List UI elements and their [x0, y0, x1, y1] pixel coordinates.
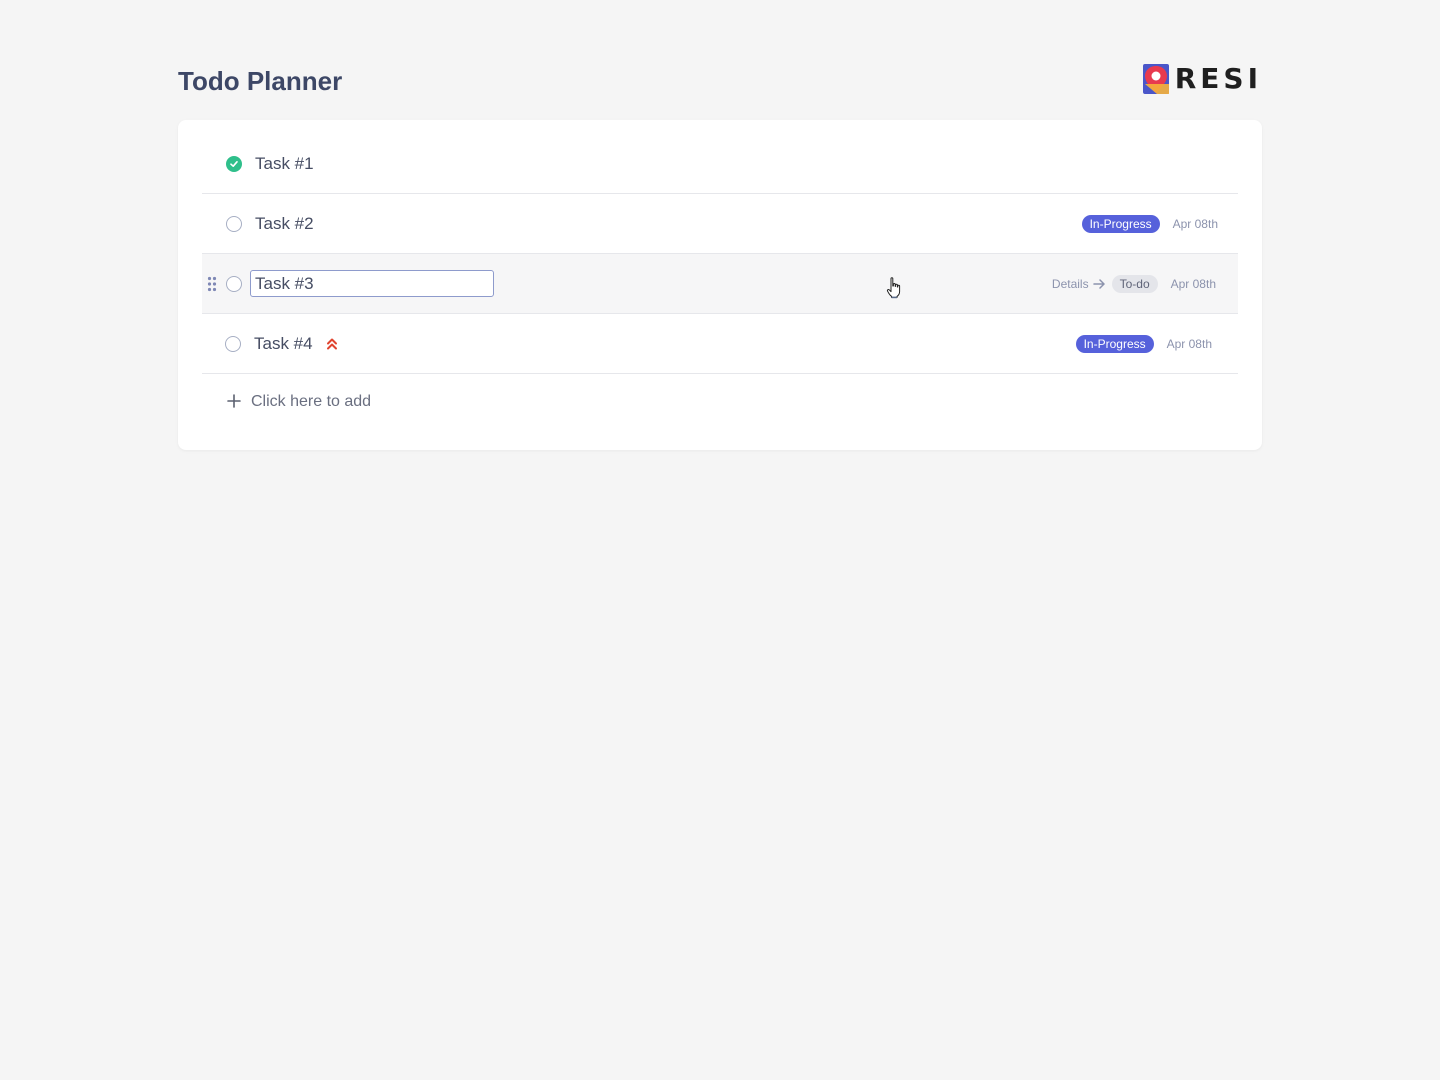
task-label[interactable]: Task #2: [255, 214, 314, 234]
status-badge[interactable]: In-Progress: [1081, 214, 1160, 233]
task-title-input[interactable]: [250, 270, 494, 297]
due-date[interactable]: Apr 08th: [1167, 337, 1212, 351]
task-row[interactable]: Task #1: [202, 134, 1238, 194]
task-row[interactable]: Task #2 In-Progress Apr 08th: [202, 194, 1238, 254]
page-title: Todo Planner: [178, 66, 343, 96]
double-chevron-up-icon: [327, 338, 337, 350]
task-row[interactable]: Details To-do Apr 08th: [202, 254, 1238, 314]
task-row[interactable]: Task #4 In-Progress Apr 08th: [202, 314, 1238, 374]
page: Todo Planner RESI Task #1 Task #2 In-Pro…: [0, 0, 1440, 1080]
status-badge[interactable]: To-do: [1111, 274, 1158, 293]
plus-icon: [227, 394, 241, 408]
task-list: Task #1 Task #2 In-Progress Apr 08th Tas…: [202, 134, 1238, 430]
due-date[interactable]: Apr 08th: [1173, 217, 1218, 231]
todo-card: Task #1 Task #2 In-Progress Apr 08th Tas…: [178, 120, 1262, 450]
add-task-button[interactable]: Click here to add: [202, 374, 1238, 430]
checkbox-circle-icon[interactable]: [225, 336, 241, 352]
check-circle-icon[interactable]: [226, 156, 242, 172]
logo: RESI: [1142, 62, 1262, 95]
drag-handle-icon[interactable]: [207, 276, 217, 292]
details-link[interactable]: Details: [1052, 277, 1106, 291]
task-meta: Details To-do Apr 08th: [1052, 254, 1216, 313]
status-badge[interactable]: In-Progress: [1075, 334, 1154, 353]
task-meta: In-Progress Apr 08th: [1081, 194, 1218, 253]
task-label[interactable]: Task #1: [255, 154, 314, 174]
details-label: Details: [1051, 276, 1089, 291]
task-meta: In-Progress Apr 08th: [1075, 314, 1212, 373]
add-task-label: Click here to add: [251, 393, 372, 410]
header: Todo Planner RESI: [178, 60, 1262, 104]
hand-pointer-icon: [886, 277, 901, 299]
checkbox-circle-icon[interactable]: [226, 276, 242, 292]
arrow-right-icon: [1092, 278, 1105, 289]
logo-text: RESI: [1174, 62, 1262, 95]
logo-mark-icon: [1142, 64, 1169, 94]
due-date[interactable]: Apr 08th: [1171, 277, 1216, 291]
checkbox-circle-icon[interactable]: [226, 216, 242, 232]
task-label[interactable]: Task #4: [254, 334, 313, 354]
